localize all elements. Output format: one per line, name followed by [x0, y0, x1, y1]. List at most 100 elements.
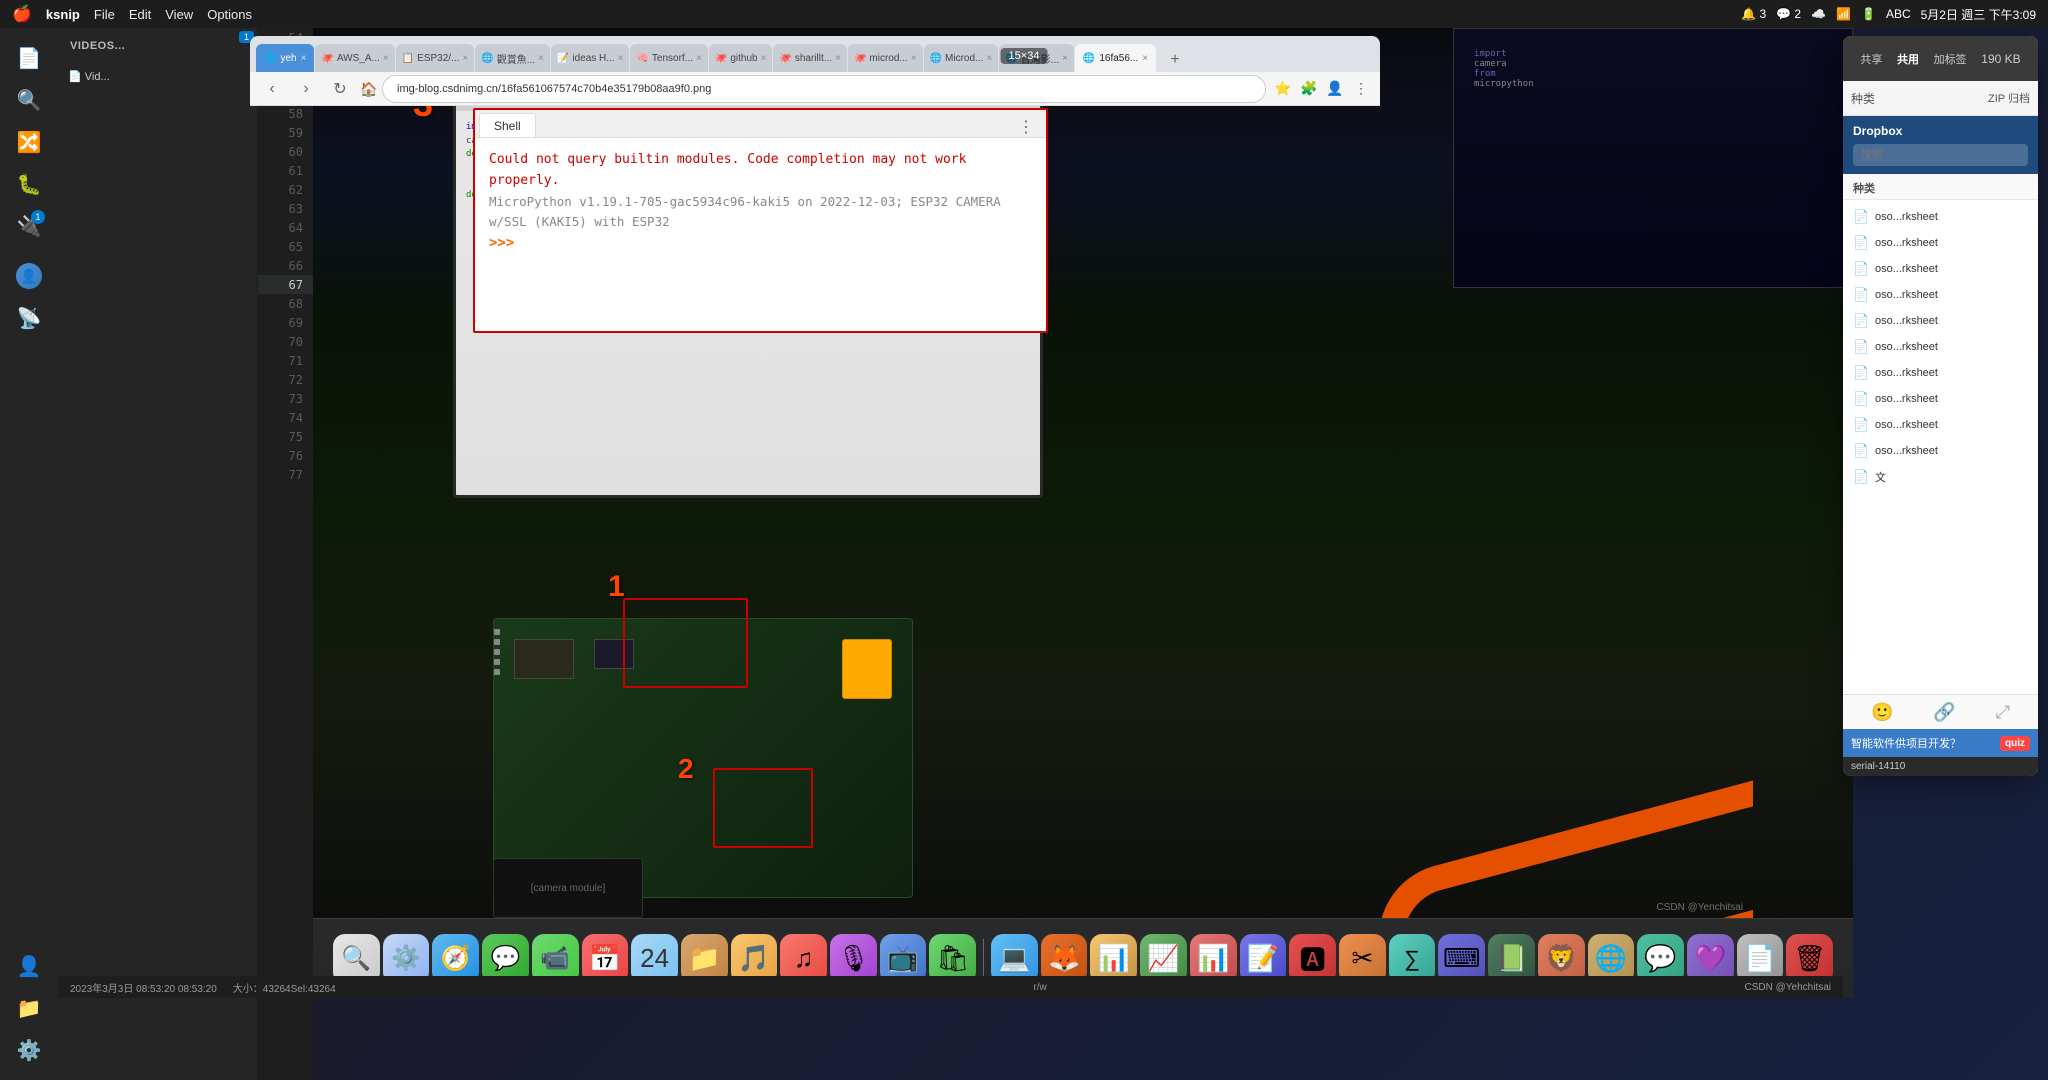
panel-add-btn[interactable]: 加标签 — [1934, 51, 1967, 67]
file-name-wen: 文 — [1875, 469, 1886, 485]
file-name-4: oso...rksheet — [1875, 315, 1938, 327]
tab-esp32[interactable]: 📋ESP32/...× — [396, 44, 475, 72]
bookmark-icon[interactable]: ⭐ — [1272, 78, 1294, 100]
tab-yeh-close[interactable]: × — [301, 53, 307, 64]
smile-icon[interactable]: 🙂 — [1871, 702, 1893, 723]
shell-content-area: Could not query builtin modules. Code co… — [475, 138, 1046, 266]
tab-yeh-label: yeh — [280, 53, 296, 64]
explorer-icon[interactable]: 📄 — [9, 38, 49, 78]
browser-chrome-overlay: 🌐 yeh × 🐙AWS_A...× 📋ESP32/...× 🌐觀賞魚...× … — [250, 36, 1380, 106]
shell-menu-button[interactable]: ⋮ — [1018, 117, 1042, 137]
wifi-icon[interactable]: 📶 — [1836, 7, 1851, 21]
tab-aws[interactable]: 🐙AWS_A...× — [315, 44, 394, 72]
remote-icon[interactable]: 📡 — [9, 298, 49, 338]
menu-options[interactable]: Options — [207, 7, 252, 22]
git-icon[interactable]: 🔀 — [9, 122, 49, 162]
extensions-browser-icon[interactable]: 🧩 — [1298, 78, 1320, 100]
file-name-2: oso...rksheet — [1875, 263, 1938, 275]
list-item[interactable]: 📄 oso...rksheet — [1843, 204, 2038, 230]
shell-prompt[interactable]: >>> — [489, 232, 1032, 254]
debug-icon[interactable]: 🐛 — [9, 164, 49, 204]
avatar-icon[interactable]: 👤 — [9, 256, 49, 296]
back-button[interactable]: ‹ — [258, 75, 286, 103]
desktop: 📄 🔍 🔀 🐛 🔌 1 👤 📡 👤 📁 ⚙️ VideoS... 📄 Vid..… — [0, 28, 2048, 1080]
list-item[interactable]: 📄 oso...rksheet — [1843, 438, 2038, 464]
ai-chat-text: 智能软件供项目开发？ — [1851, 735, 1994, 751]
menu-file[interactable]: File — [94, 7, 115, 22]
tab-microd1[interactable]: 🐙microd...× — [848, 44, 923, 72]
file-icon: 📄 — [1853, 339, 1869, 355]
expand-icon[interactable]: ⤢ — [1996, 702, 2010, 723]
search-icon[interactable]: 🔍 — [9, 80, 49, 120]
file-name-5: oso...rksheet — [1875, 341, 1938, 353]
messages-icon[interactable]: 💬 2 — [1776, 7, 1801, 21]
extensions-icon[interactable]: 🔌 1 — [9, 206, 49, 246]
shell-tab[interactable]: Shell — [479, 113, 536, 137]
file-icon: 📄 — [1853, 287, 1869, 303]
tab-yeh[interactable]: 🌐 yeh × — [256, 44, 314, 72]
tab-ideas[interactable]: 📝ideas H...× — [551, 44, 630, 72]
tab-github[interactable]: 🐙github× — [709, 44, 773, 72]
list-item[interactable]: 📄 oso...rksheet — [1843, 334, 2038, 360]
file-list: 📄 oso...rksheet 📄 oso...rksheet 📄 oso...… — [1843, 200, 2038, 694]
menu-view[interactable]: View — [165, 7, 193, 22]
csdn-watermark: CSDN @Yenchitsai — [1657, 902, 1743, 913]
forward-button[interactable]: › — [292, 75, 320, 103]
tab-tensorflow[interactable]: 🧠Tensorf...× — [630, 44, 707, 72]
file-tree-item[interactable]: 📄 Vid... — [68, 67, 247, 86]
line-73: 73 — [258, 389, 313, 408]
tab-active[interactable]: 🌐16fa56...× — [1075, 44, 1156, 72]
tab-fish[interactable]: 🌐觀賞魚...× — [475, 44, 550, 72]
file-name-3: oso...rksheet — [1875, 289, 1938, 301]
tab-sharilt[interactable]: 🐙sharillt...× — [773, 44, 847, 72]
tab-ideas-label: ideas H... — [572, 53, 614, 64]
ai-chat-badge[interactable]: quiz — [2000, 736, 2030, 751]
file-mode: r/w — [1033, 982, 1046, 993]
line-62: 62 — [258, 180, 313, 199]
kind-label: 种类 — [1851, 90, 1875, 107]
user-icon[interactable]: 👤 — [9, 946, 49, 986]
annotation-rect-1 — [623, 598, 748, 688]
folder-icon[interactable]: 📁 — [9, 988, 49, 1028]
step-1-label: 1 — [608, 570, 625, 604]
panel-share-btn[interactable]: 共享 — [1860, 51, 1882, 67]
url-bar[interactable]: img-blog.csdnimg.cn/16fa561067574c70b4e3… — [382, 75, 1266, 103]
size-info: 大小：43264Sel:43264 — [233, 980, 336, 995]
list-item[interactable]: 📄 oso...rksheet — [1843, 386, 2038, 412]
apple-menu[interactable]: 🍎 — [12, 4, 32, 24]
datetime: 5月2日 週三 下午3:09 — [1921, 6, 2036, 23]
serial-info: serial-14110 — [1843, 757, 2038, 776]
line-69: 69 — [258, 313, 313, 332]
right-panel-actions: 🙂 🔗 ⤢ — [1843, 694, 2038, 729]
vscode-activity-bar: 📄 🔍 🔀 🐛 🔌 1 👤 📡 👤 📁 ⚙️ — [0, 28, 58, 1080]
dropbox-search-input[interactable] — [1853, 144, 2028, 166]
menu-edit[interactable]: Edit — [129, 7, 151, 22]
refresh-button[interactable]: ↻ — [326, 75, 354, 103]
shell-terminal-overlay: Shell ⋮ Could not query builtin modules.… — [473, 108, 1048, 333]
panel-dropbox-btn[interactable]: 共用 — [1897, 51, 1919, 67]
file-type-label: ZIP 归档 — [1988, 90, 2030, 106]
more-options-icon[interactable]: ⋮ — [1350, 78, 1372, 100]
link-icon[interactable]: 🔗 — [1933, 702, 1955, 723]
list-item[interactable]: 📄 oso...rksheet — [1843, 308, 2038, 334]
list-item[interactable]: 📄 oso...rksheet — [1843, 230, 2038, 256]
url-text: img-blog.csdnimg.cn/16fa561067574c70b4e3… — [397, 83, 711, 95]
line-72: 72 — [258, 370, 313, 389]
file-name-0: oso...rksheet — [1875, 211, 1938, 223]
list-item[interactable]: 📄 oso...rksheet — [1843, 412, 2038, 438]
new-tab-button[interactable]: + — [1163, 48, 1187, 72]
tab-microd2[interactable]: 🌐Microd...× — [924, 44, 999, 72]
orange-cable — [1173, 718, 1753, 918]
input-method[interactable]: ABC — [1886, 7, 1911, 21]
home-button[interactable]: 🏠 — [360, 81, 376, 97]
list-item-wen[interactable]: 📄 文 — [1843, 464, 2038, 490]
right-panel-toolbar: 种类 ZIP 归档 — [1843, 81, 2038, 116]
list-item[interactable]: 📄 oso...rksheet — [1843, 256, 2038, 282]
battery-icon[interactable]: 🔋 — [1861, 7, 1876, 21]
user-profile-icon[interactable]: 👤 — [1324, 78, 1346, 100]
list-item[interactable]: 📄 oso...rksheet — [1843, 360, 2038, 386]
gear-icon[interactable]: ⚙️ — [9, 1030, 49, 1070]
icloud-icon[interactable]: ☁️ — [1811, 7, 1826, 21]
list-item[interactable]: 📄 oso...rksheet — [1843, 282, 2038, 308]
notification-bell[interactable]: 🔔 3 — [1741, 7, 1766, 21]
